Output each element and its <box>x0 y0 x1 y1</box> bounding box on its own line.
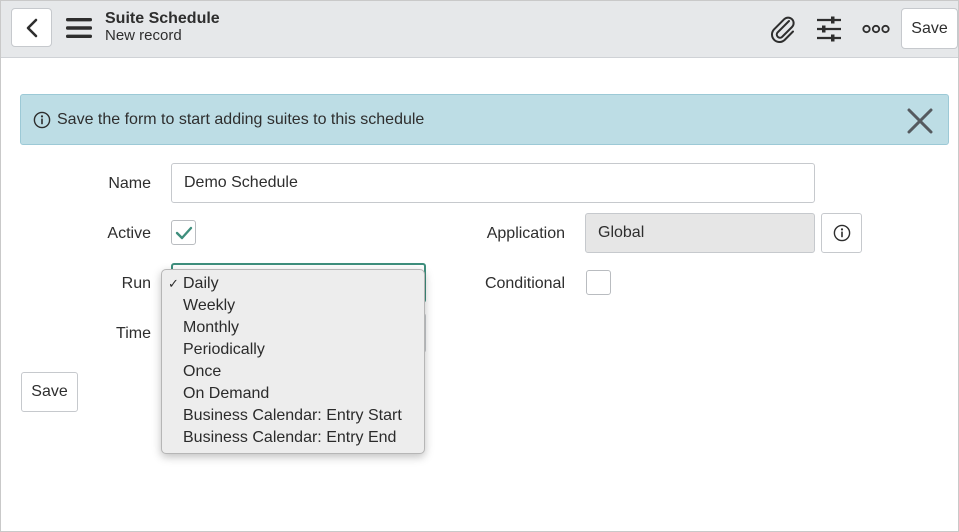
option-label: Business Calendar: Entry End <box>183 429 397 446</box>
run-option-monthly[interactable]: Monthly <box>162 317 424 339</box>
more-options-button[interactable] <box>861 14 891 44</box>
checkmark-icon <box>175 226 192 239</box>
info-banner: Save the form to start adding suites to … <box>20 94 949 145</box>
attachment-button[interactable] <box>768 14 798 44</box>
application-field: Global <box>585 213 815 253</box>
menu-button[interactable] <box>65 16 92 40</box>
run-option-business-calendar-entry-start[interactable]: Business Calendar: Entry Start <box>162 405 424 427</box>
checkmark-icon: ✓ <box>168 276 179 291</box>
conditional-checkbox[interactable] <box>586 270 611 295</box>
option-label: Once <box>183 363 222 380</box>
header-titles: Suite Schedule New record <box>105 10 220 45</box>
personalize-button[interactable] <box>814 14 844 44</box>
conditional-label: Conditional <box>484 275 565 292</box>
page-title: Suite Schedule <box>105 10 220 27</box>
option-label: Weekly <box>183 297 236 314</box>
info-icon <box>833 224 850 242</box>
option-label: On Demand <box>183 385 270 402</box>
more-icon <box>862 24 890 34</box>
run-label: Run <box>121 275 151 292</box>
name-input[interactable]: Demo Schedule <box>171 163 815 203</box>
sliders-icon <box>817 16 841 42</box>
back-icon <box>26 18 37 37</box>
option-label: Business Calendar: Entry Start <box>183 407 402 424</box>
run-option-daily[interactable]: ✓ Daily <box>162 273 424 295</box>
run-option-weekly[interactable]: Weekly <box>162 295 424 317</box>
header-bar: Suite Schedule New record Save <box>1 1 958 58</box>
run-dropdown-menu: ✓ Daily Weekly Monthly Periodically Once… <box>161 269 425 454</box>
option-label: Periodically <box>183 341 265 358</box>
application-value: Global <box>598 224 645 241</box>
active-label: Active <box>107 225 151 242</box>
save-button-header[interactable]: Save <box>901 8 958 49</box>
close-icon <box>907 108 933 134</box>
active-checkbox[interactable] <box>171 220 196 245</box>
page-subtitle: New record <box>105 27 182 44</box>
run-option-business-calendar-entry-end[interactable]: Business Calendar: Entry End <box>162 427 424 449</box>
option-label: Monthly <box>183 319 240 336</box>
save-button[interactable]: Save <box>21 372 78 412</box>
paperclip-icon <box>771 16 795 43</box>
banner-close-button[interactable] <box>906 107 934 135</box>
back-button[interactable] <box>11 8 52 47</box>
application-info-button[interactable] <box>821 213 862 253</box>
menu-icon <box>65 18 92 38</box>
option-label: Daily <box>183 275 219 292</box>
run-option-periodically[interactable]: Periodically <box>162 339 424 361</box>
info-icon <box>33 111 51 129</box>
run-option-once[interactable]: Once <box>162 361 424 383</box>
time-label: Time <box>116 325 151 342</box>
name-label: Name <box>108 175 151 192</box>
name-value: Demo Schedule <box>184 174 298 191</box>
application-label: Application <box>486 225 565 242</box>
banner-message: Save the form to start adding suites to … <box>57 111 425 128</box>
run-option-on-demand[interactable]: On Demand <box>162 383 424 405</box>
